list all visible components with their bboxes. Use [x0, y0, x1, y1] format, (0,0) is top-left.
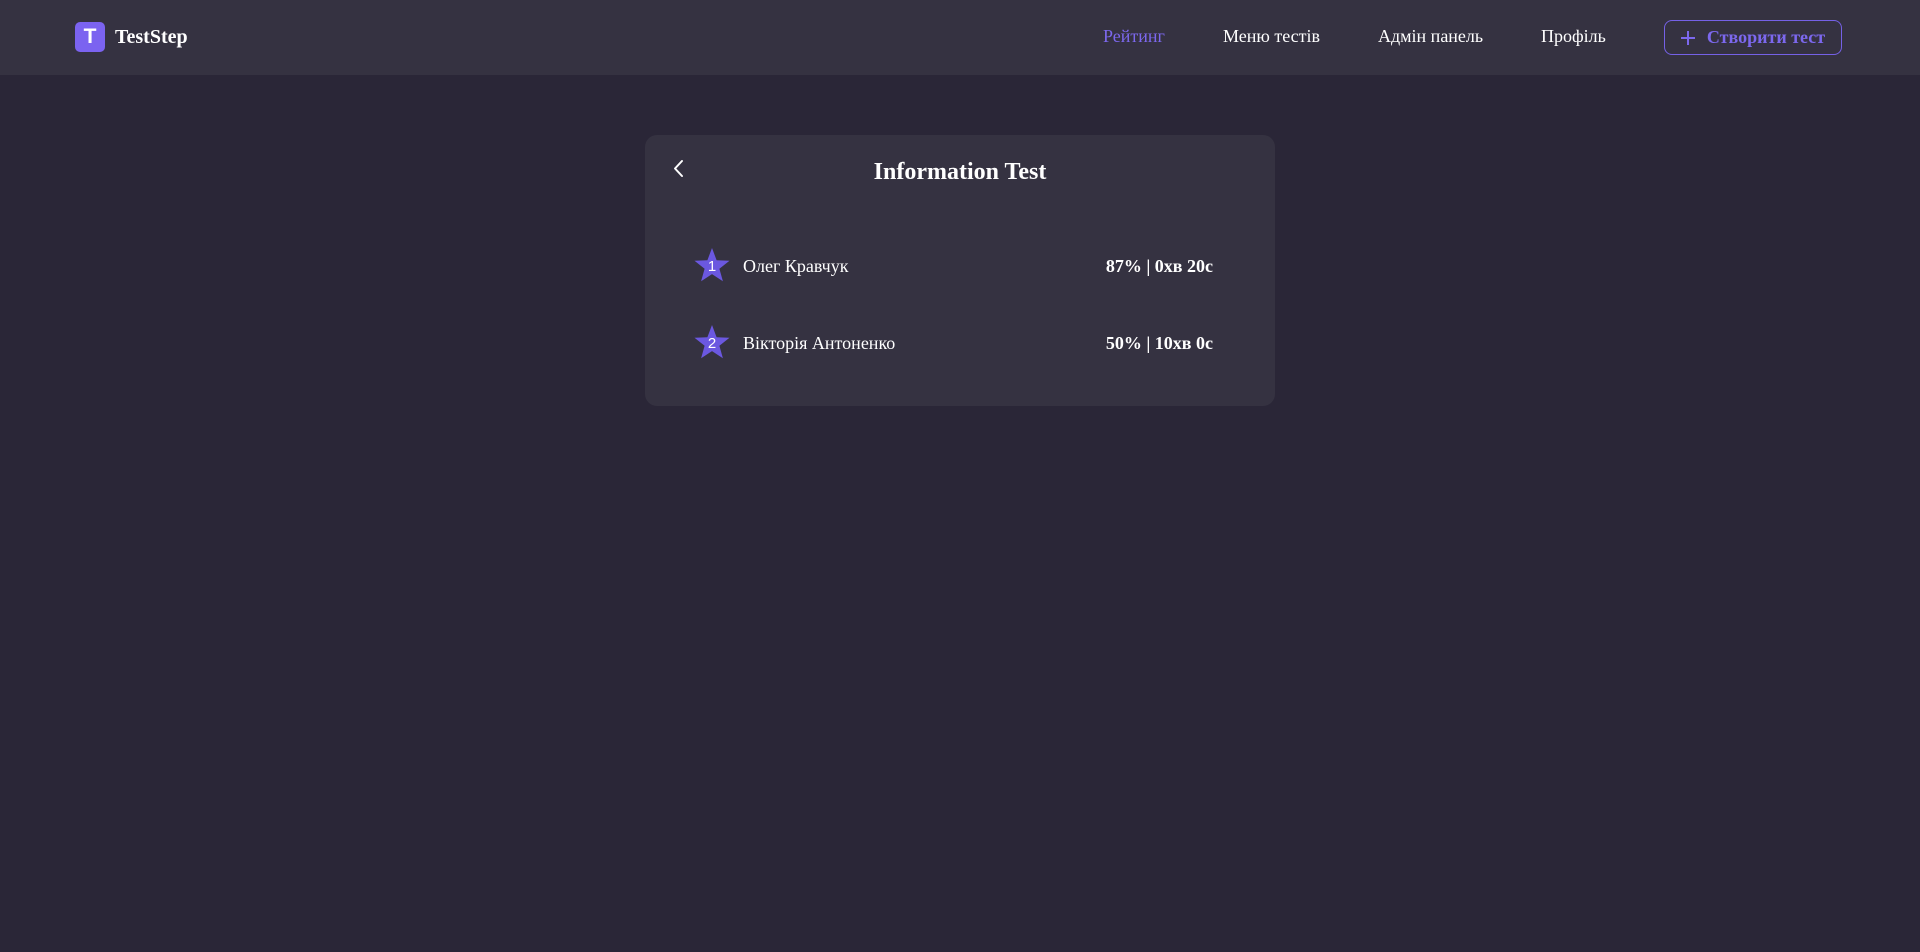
logo-link[interactable]: T TestStep — [75, 22, 188, 52]
player-score: 50% | 10хв 0с — [1105, 333, 1213, 353]
app-name: TestStep — [115, 25, 188, 48]
nav-item-tests-menu[interactable]: Меню тестів — [1223, 26, 1320, 47]
leaderboard-card: Information Test 1 Олег Кравчук 87% | 0х… — [645, 135, 1275, 406]
plus-icon — [1680, 30, 1695, 45]
top-navbar: T TestStep Рейтинг Меню тестів Адмін пан… — [0, 0, 1920, 75]
rank-badge: 2 — [693, 324, 731, 362]
logo-icon: T — [75, 22, 105, 52]
leaderboard-row: 2 Вікторія Антоненко 50% | 10хв 0с — [693, 324, 1213, 364]
rank-badge: 1 — [693, 247, 731, 285]
create-test-label: Створити тест — [1706, 27, 1826, 47]
leaderboard-row: 1 Олег Кравчук 87% | 0хв 20с — [693, 247, 1213, 287]
test-title: Information Test — [873, 159, 1047, 185]
player-name: Олег Кравчук — [743, 256, 849, 276]
nav-item-rating[interactable]: Рейтинг — [1103, 26, 1165, 47]
create-test-button[interactable]: Створити тест — [1664, 20, 1842, 55]
nav-item-admin-panel[interactable]: Адмін панель — [1378, 26, 1483, 47]
nav-item-profile[interactable]: Профіль — [1541, 26, 1606, 47]
player-score: 87% | 0хв 20с — [1105, 256, 1213, 276]
player-name: Вікторія Антоненко — [743, 333, 896, 353]
rank-number: 1 — [707, 258, 717, 275]
rank-number: 2 — [707, 335, 717, 352]
